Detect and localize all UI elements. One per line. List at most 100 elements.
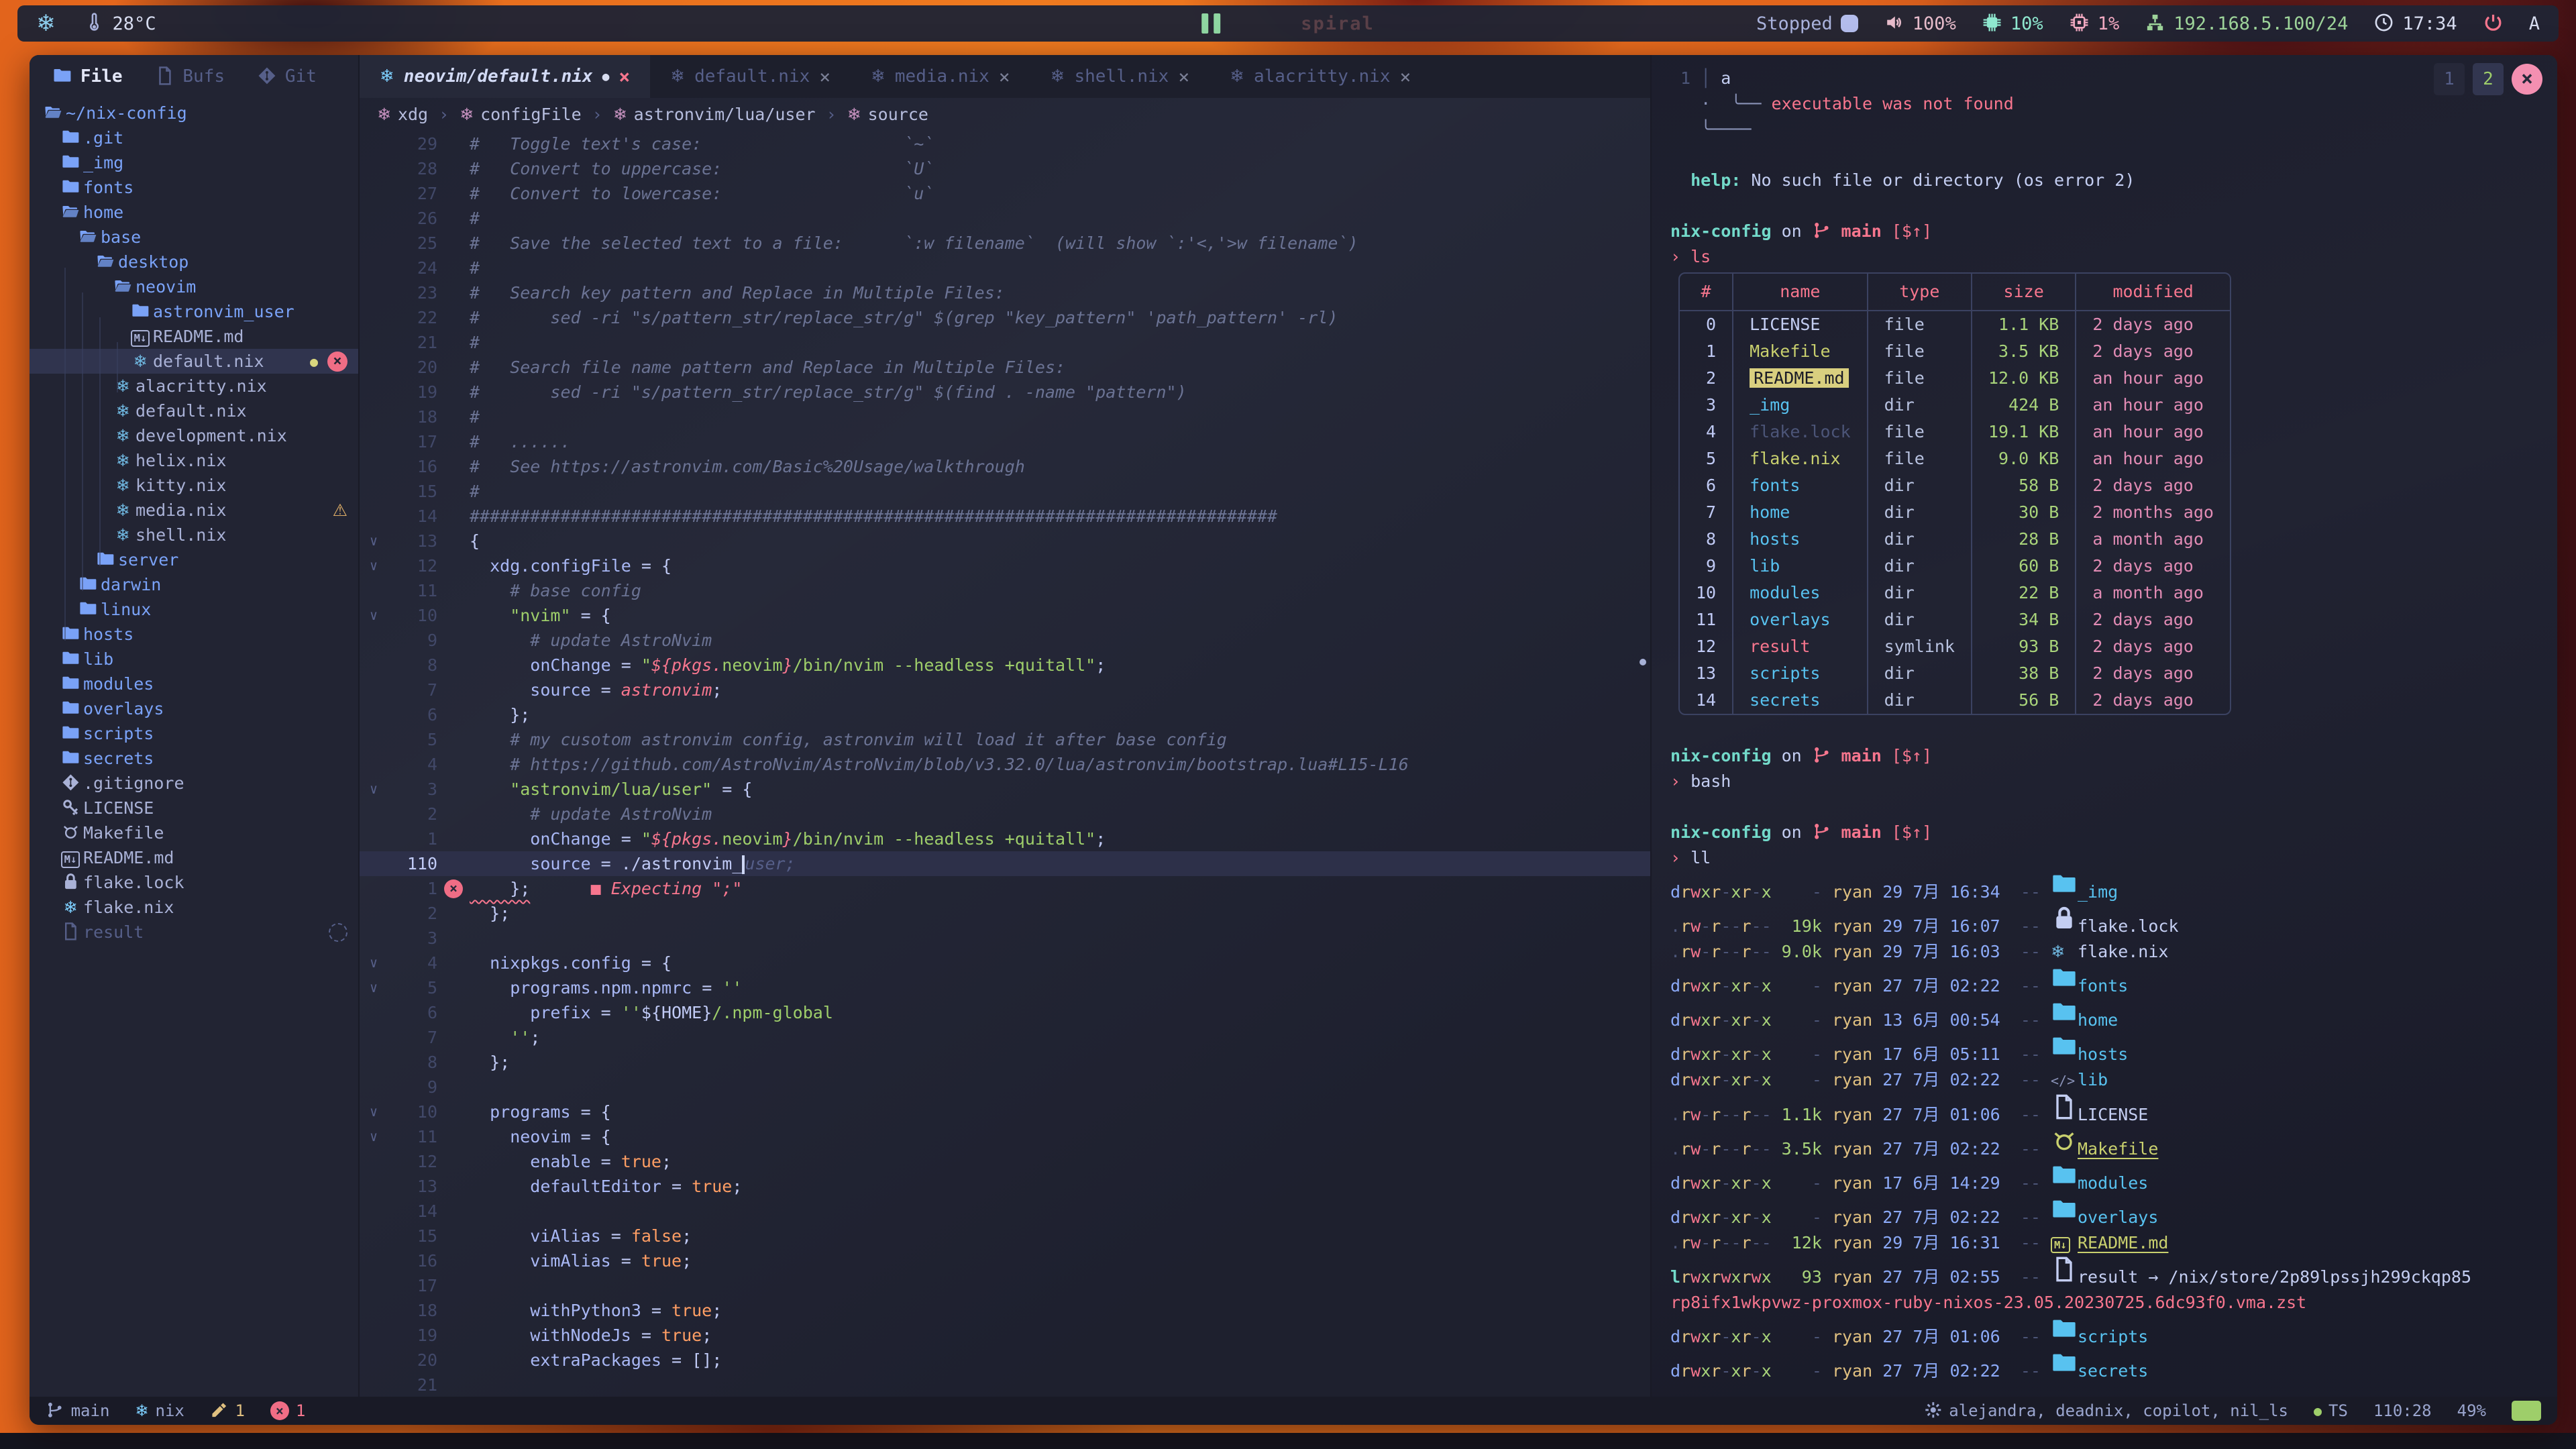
code-line[interactable]: ∨10 programs = { [360,1099,1650,1124]
code-area[interactable]: 29# Toggle text's case: `~` 28# Convert … [360,130,1650,1397]
tree-item-default.nix[interactable]: ❄default.nix [30,398,358,423]
code-line[interactable]: 22# sed -ri "s/pattern_str/replace_str/g… [360,305,1650,330]
tree-item-lib[interactable]: lib [30,647,358,672]
close-tab-icon[interactable]: × [999,66,1010,88]
code-line[interactable]: 6 }; [360,702,1650,727]
sidebar-tab-file[interactable]: File [36,60,139,93]
code-line[interactable]: 14######################################… [360,504,1650,529]
code-line[interactable]: 17# ...... [360,429,1650,454]
code-line[interactable]: 21 [360,1373,1650,1397]
code-line[interactable]: 29# Toggle text's case: `~` [360,131,1650,156]
code-line[interactable]: 21# [360,330,1650,355]
code-line[interactable]: 9 [360,1075,1650,1099]
code-line[interactable]: 6 prefix = ''${HOME}/.npm-global [360,1000,1650,1025]
code-line[interactable]: 14 [360,1199,1650,1224]
code-line[interactable]: 25# Save the selected text to a file: `:… [360,231,1650,256]
editor-tab-alacritty.nix[interactable]: ❄alacritty.nix× [1210,55,1431,98]
code-line[interactable]: 19# sed -ri "s/pattern_str/replace_str/g… [360,380,1650,405]
tree-item-default.nix[interactable]: ❄default.nix●× [30,349,358,374]
tree-item-fonts[interactable]: fonts [30,175,358,200]
tree-item-server[interactable]: server [30,547,358,572]
tree-item-flake.lock[interactable]: flake.lock [30,870,358,895]
code-line[interactable]: ∨13{ [360,529,1650,553]
code-line[interactable]: ∨4 nixpkgs.config = { [360,951,1650,975]
code-line[interactable]: 20# Search file name pattern and Replace… [360,355,1650,380]
sidebar-tab-git[interactable]: Git [241,60,333,93]
tree-item-media.nix[interactable]: ❄media.nix⚠ [30,498,358,523]
nixos-logo-icon[interactable]: ❄ [36,10,56,37]
code-line[interactable]: 23# Search key pattern and Replace in Mu… [360,280,1650,305]
code-line[interactable]: ∨11 neovim = { [360,1124,1650,1149]
code-line[interactable]: 15# [360,479,1650,504]
code-line[interactable]: 18 withPython3 = true; [360,1298,1650,1323]
code-line[interactable]: 110 source = ./astronvim_user; [360,851,1650,876]
code-line[interactable]: 4 # https://github.com/AstroNvim/AstroNv… [360,752,1650,777]
tree-item-alacritty.nix[interactable]: ❄alacritty.nix [30,374,358,398]
code-line[interactable]: ∨3 "astronvim/lua/user" = { [360,777,1650,802]
pause-icon[interactable] [1201,13,1220,34]
tree-item-astronvim_user[interactable]: astronvim_user [30,299,358,324]
code-line[interactable]: 2 # update AstroNvim [360,802,1650,826]
breadcrumb-segment[interactable]: ❄source [847,105,928,124]
tree-item-Makefile[interactable]: Makefile [30,820,358,845]
tree-item-LICENSE[interactable]: LICENSE [30,796,358,820]
code-line[interactable]: 24# [360,256,1650,280]
close-tab-icon[interactable]: × [1178,66,1189,88]
code-line[interactable]: 13 defaultEditor = true; [360,1174,1650,1199]
code-line[interactable]: ∨10 "nvim" = { [360,603,1650,628]
code-line[interactable]: 16# See https://astronvim.com/Basic%20Us… [360,454,1650,479]
code-line[interactable]: 7 ''; [360,1025,1650,1050]
close-tab-icon[interactable]: × [819,66,830,88]
code-line[interactable]: 27# Convert to lowercase: `u` [360,181,1650,206]
code-line[interactable]: 5 # my cusotom astronvim config, astronv… [360,727,1650,752]
code-line[interactable]: 18# [360,405,1650,429]
terminal-tab-1[interactable]: 1 [2434,63,2465,95]
tree-item-linux[interactable]: linux [30,597,358,622]
code-line[interactable]: 15 viAlias = false; [360,1224,1650,1248]
prompt-input-line[interactable]: › bash [1670,769,2557,794]
user-badge[interactable]: A [2529,13,2540,34]
tree-item-modules[interactable]: modules [30,672,358,696]
prompt-input-line[interactable]: › ls [1670,244,2557,270]
tree-item-nix-config[interactable]: ~/nix-config [30,101,358,125]
tree-item-home[interactable]: home [30,200,358,225]
terminal-tab-2[interactable]: 2 [2473,63,2504,95]
close-file-icon[interactable]: × [327,352,347,372]
code-line[interactable]: 16 vimAlias = true; [360,1248,1650,1273]
code-line[interactable]: 20 extraPackages = []; [360,1348,1650,1373]
tree-item-hosts[interactable]: hosts [30,622,358,647]
editor-scrollbar-thumb[interactable] [1640,659,1646,665]
tree-item-scripts[interactable]: scripts [30,721,358,746]
tree-item-_img[interactable]: _img [30,150,358,175]
tree-item-development.nix[interactable]: ❄development.nix [30,423,358,448]
code-line[interactable]: 11 # base config [360,578,1650,603]
tree-item-.gitignore[interactable]: .gitignore [30,771,358,796]
terminal-pane[interactable]: 1 2 × 1 │ a · ╰── executable was not fou… [1652,55,2557,1397]
tree-item-overlays[interactable]: overlays [30,696,358,721]
tree-item-kitty.nix[interactable]: ❄kitty.nix [30,473,358,498]
terminal-close-icon[interactable]: × [2512,64,2542,95]
code-line[interactable]: 3 [360,926,1650,951]
network-icon[interactable] [2145,12,2165,34]
close-tab-icon[interactable]: × [619,66,630,88]
code-line[interactable]: 7 source = astronvim; [360,678,1650,702]
editor-tab-default.nix[interactable]: ❄default.nix× [650,55,851,98]
tree-item-.git[interactable]: .git [30,125,358,150]
tree-item-README.md[interactable]: M↓README.md [30,845,358,870]
power-icon[interactable] [2483,12,2504,34]
code-line[interactable]: ∨12 xdg.configFile = { [360,553,1650,578]
volume-icon[interactable] [1884,12,1904,34]
editor-tab-media.nix[interactable]: ❄media.nix× [851,55,1030,98]
tree-item-neovim[interactable]: neovim [30,274,358,299]
editor-tab-shell.nix[interactable]: ❄shell.nix× [1030,55,1210,98]
code-line[interactable]: 1× }; ■ Expecting ";" [360,876,1650,901]
code-line[interactable]: 2 }; [360,901,1650,926]
breadcrumb-segment[interactable]: ❄astronvim/lua/user [613,105,816,124]
code-line[interactable]: 8 }; [360,1050,1650,1075]
editor-tab-neovim/default.nix[interactable]: ❄neovim/default.nix●× [360,55,650,98]
close-tab-icon[interactable]: × [1400,66,1411,88]
tree-item-helix.nix[interactable]: ❄helix.nix [30,448,358,473]
code-line[interactable]: 19 withNodeJs = true; [360,1323,1650,1348]
code-line[interactable]: 28# Convert to uppercase: `U` [360,156,1650,181]
code-line[interactable]: 1 onChange = "${pkgs.neovim}/bin/nvim --… [360,826,1650,851]
